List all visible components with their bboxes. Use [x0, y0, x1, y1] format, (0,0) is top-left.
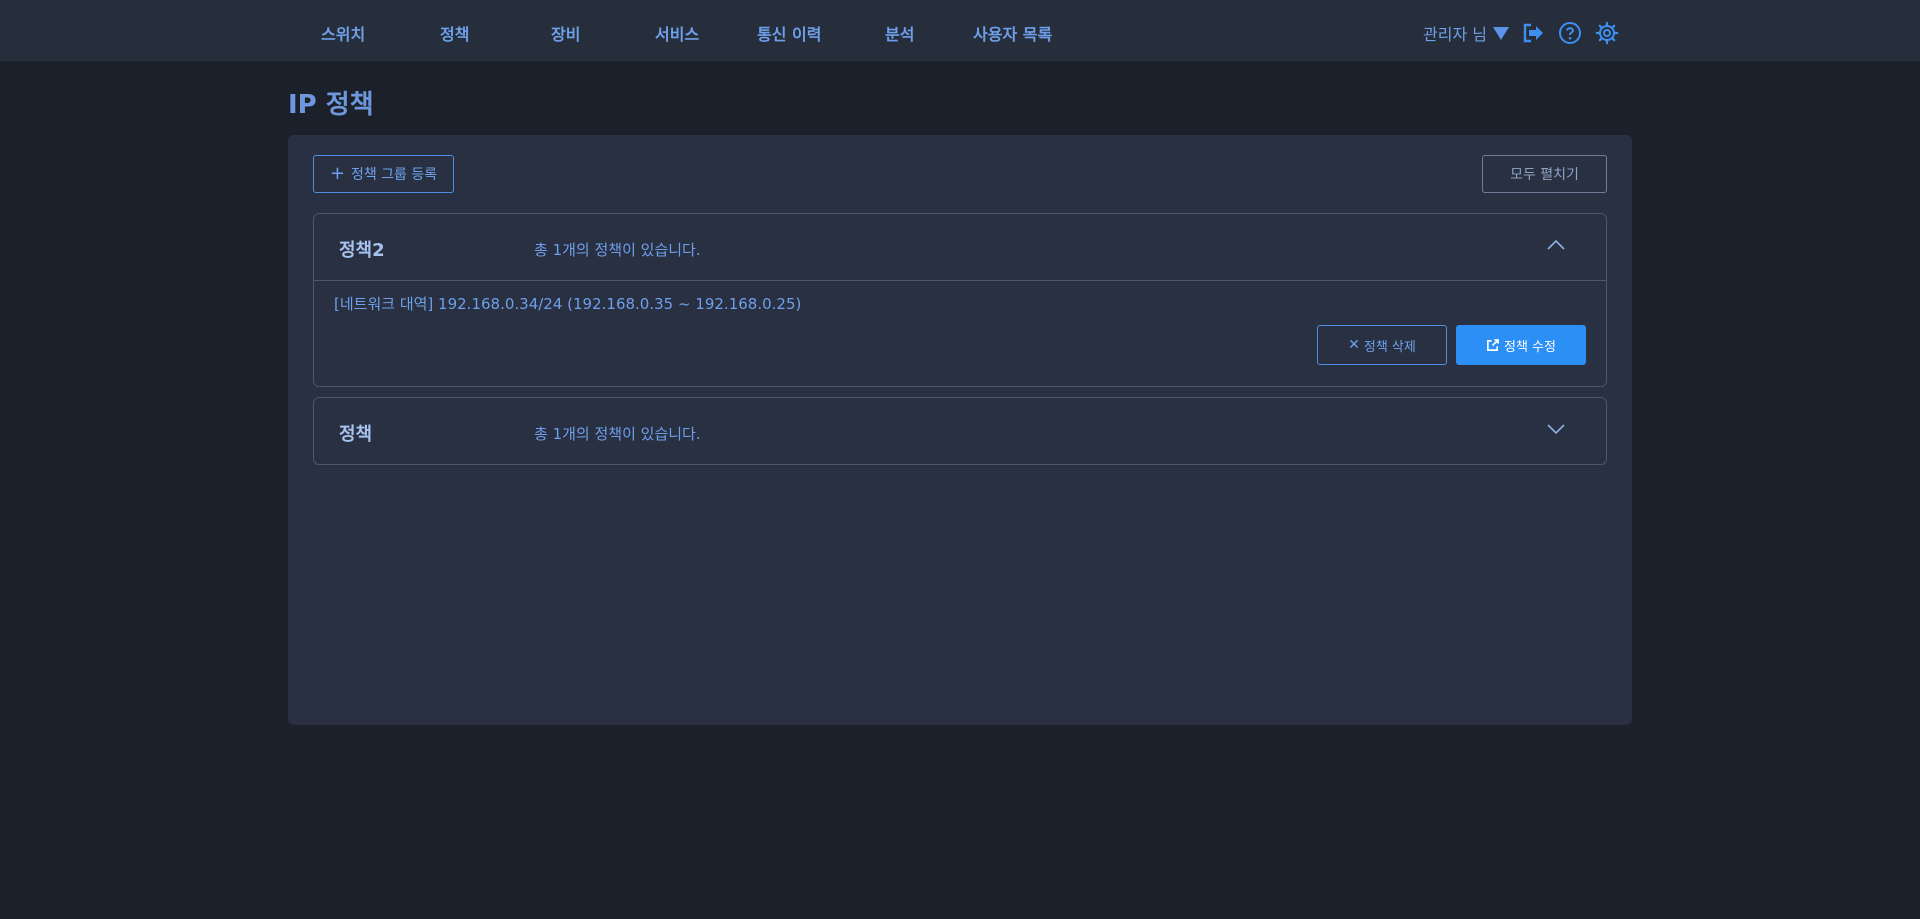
help-icon[interactable]: [1558, 21, 1582, 45]
edit-icon: [1487, 338, 1499, 351]
policy-group-name: 정책2: [339, 240, 385, 261]
top-navigation-bar: 스위치 정책 장비 서비스 통신 이력 분석 사용자 목록 관리자 님: [0, 0, 1920, 62]
nav-item-service[interactable]: 서비스: [655, 21, 699, 44]
add-policy-group-label: 정책 그룹 등록: [350, 167, 438, 183]
policy-entry-text: [네트워크 대역] 192.168.0.34/24 (192.168.0.35 …: [334, 295, 802, 313]
nav-item-user-list[interactable]: 사용자 목록: [973, 21, 1052, 44]
chevron-down-icon[interactable]: [1546, 422, 1566, 436]
edit-policy-button[interactable]: 정책 수정: [1456, 325, 1586, 365]
nav-item-communication-history[interactable]: 통신 이력: [757, 21, 821, 44]
policy-group-header[interactable]: 정책2 총 1개의 정책이 있습니다.: [314, 214, 1606, 280]
logout-icon[interactable]: [1521, 21, 1545, 45]
policy-group: 정책 총 1개의 정책이 있습니다.: [313, 397, 1607, 465]
plus-icon: +: [329, 163, 345, 184]
chevron-up-icon[interactable]: [1546, 238, 1566, 252]
edit-policy-label: 정책 수정: [1504, 339, 1556, 355]
page-title: IP 정책: [288, 90, 374, 120]
expand-all-button[interactable]: 모두 펼치기: [1482, 155, 1607, 193]
nav-item-analysis[interactable]: 분석: [885, 21, 914, 44]
close-icon: ✕: [1348, 337, 1360, 353]
nav-item-switch[interactable]: 스위치: [321, 21, 365, 44]
policy-group-count: 총 1개의 정책이 있습니다.: [534, 241, 701, 259]
delete-policy-button[interactable]: ✕ 정책 삭제: [1317, 325, 1447, 365]
policy-group-count: 총 1개의 정책이 있습니다.: [534, 425, 701, 443]
policy-group-header[interactable]: 정책 총 1개의 정책이 있습니다.: [314, 398, 1606, 464]
settings-icon[interactable]: [1595, 21, 1619, 45]
policy-group-body: [네트워크 대역] 192.168.0.34/24 (192.168.0.35 …: [314, 280, 1606, 386]
policy-group: 정책2 총 1개의 정책이 있습니다. [네트워크 대역] 192.168.0.…: [313, 213, 1607, 387]
nav-item-equipment[interactable]: 장비: [551, 21, 580, 44]
policy-group-name: 정책: [339, 424, 373, 445]
add-policy-group-button[interactable]: + 정책 그룹 등록: [313, 155, 454, 193]
nav-item-policy[interactable]: 정책: [440, 21, 469, 44]
user-name-label: 관리자 님: [1423, 25, 1487, 44]
user-menu[interactable]: 관리자 님: [1423, 21, 1509, 45]
dropdown-triangle-icon: [1492, 27, 1509, 40]
policy-panel: + 정책 그룹 등록 모두 펼치기 정책2 총 1개의 정책이 있습니다. [네…: [288, 135, 1632, 725]
delete-policy-label: 정책 삭제: [1363, 339, 1416, 355]
